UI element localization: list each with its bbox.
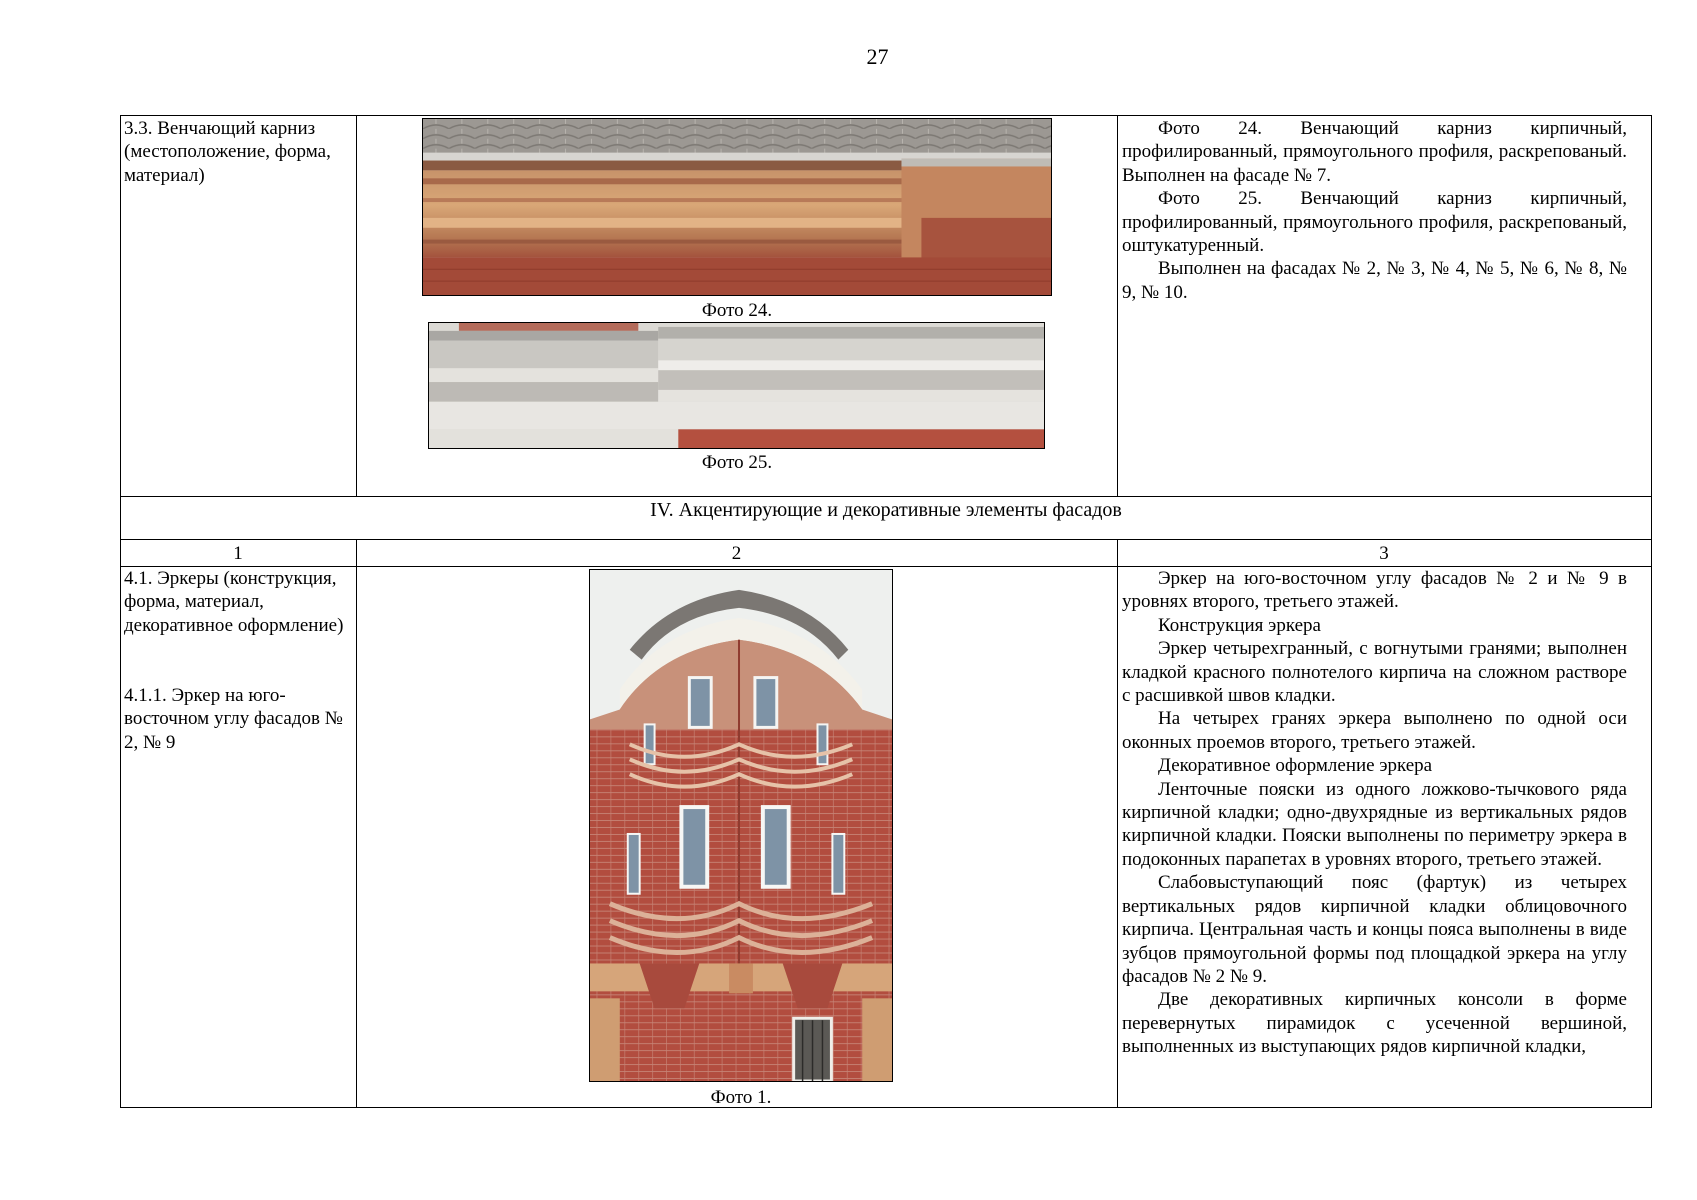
section-33-desc-para: Выполнен на фасадах № 2, № 3, № 4, № 5, … <box>1122 258 1627 303</box>
table-col-divider-2b <box>1117 539 1118 1107</box>
page-number: 27 <box>866 44 889 69</box>
column-header-2: 2 <box>731 543 742 564</box>
table-border-top <box>120 115 1652 116</box>
table-col-divider-2 <box>1117 115 1118 496</box>
section-33-description: Фото 24. Венчающий карниз кирпичный, про… <box>1122 117 1627 304</box>
section-41-desc-para: На четырех гранях эркера выполнено по од… <box>1122 708 1627 753</box>
photo-24-cornice-image <box>422 118 1052 296</box>
table-col-divider-1 <box>356 115 357 496</box>
section-41-desc-para: Эркер четырехгранный, с вогнутыми граням… <box>1122 638 1627 707</box>
section-41-description: Эркер на юго-восточном углу фасадов № 2 … <box>1122 567 1627 1059</box>
table-border-section-iv-top <box>120 496 1652 497</box>
table-border-left <box>120 115 121 1107</box>
column-header-1: 1 <box>233 543 243 564</box>
section-41-desc-para: Эркер на юго-восточном углу фасадов № 2 … <box>1122 568 1627 613</box>
section-41-title: 4.1. Эркеры (конструкция, форма, материа… <box>124 568 344 636</box>
table-border-bottom <box>120 1107 1652 1108</box>
section-41-subtitle: 4.1.1. Эркер на юго-восточном углу фасад… <box>124 685 343 753</box>
section-33-desc-para: Фото 24. Венчающий карниз кирпичный, про… <box>1122 118 1627 186</box>
table-border-headers-top <box>120 539 1652 540</box>
photo-1-caption: Фото 1. <box>710 1087 772 1108</box>
table-col-divider-1b <box>356 539 357 1107</box>
section-41-desc-para: Две декоративных кирпичных консоли в фор… <box>1122 989 1627 1058</box>
section-41-desc-para: Слабовыступающий пояс (фартук) из четыре… <box>1122 872 1627 987</box>
column-header-3: 3 <box>1379 543 1389 564</box>
section-41-desc-para: Ленточные пояски из одного ложково-тычко… <box>1122 778 1627 870</box>
section-33-title: 3.3. Венчающий карниз (местоположение, ф… <box>124 118 331 186</box>
table-border-right <box>1651 115 1652 1107</box>
photo-25-cornice-image <box>428 322 1045 449</box>
section-41-desc-heading: Конструкция эркера <box>1158 614 1321 636</box>
photo-1-bay-window-image <box>589 569 893 1082</box>
photo-24-caption: Фото 24. <box>701 300 773 321</box>
section-41-desc-heading: Декоративное оформление эркера <box>1158 755 1433 777</box>
section-iv-heading: IV. Акцентирующие и декоративные элемент… <box>650 499 1122 521</box>
photo-25-caption: Фото 25. <box>701 452 773 473</box>
section-33-desc-para: Фото 25. Венчающий карниз кирпичный, про… <box>1122 188 1627 257</box>
